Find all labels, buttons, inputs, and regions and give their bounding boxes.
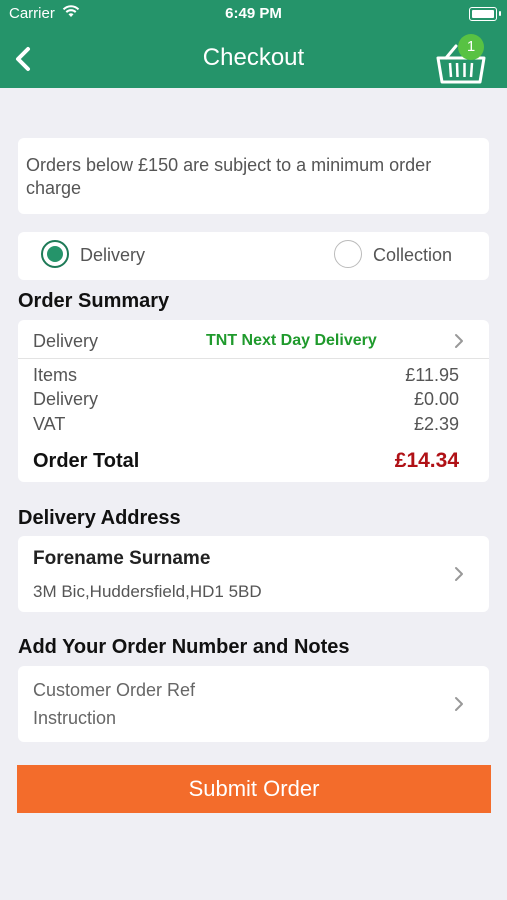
vat-value: £2.39 — [413, 414, 459, 434]
chevron-right-icon — [455, 567, 463, 581]
delivery-method-value: TNT Next Day Delivery — [206, 332, 377, 349]
delivery-address-heading: Delivery Address — [18, 507, 181, 529]
order-summary-card: Delivery TNT Next Day Delivery Items £11… — [18, 320, 489, 482]
recipient-name: Forename Surname — [33, 548, 211, 569]
collection-option-label[interactable]: Collection — [373, 245, 452, 266]
cart-count-badge: 1 — [458, 34, 484, 60]
order-notes-card[interactable]: Customer Order Ref Instruction — [18, 666, 489, 742]
delivery-option-label[interactable]: Delivery — [80, 245, 145, 266]
delivery-method-label: Delivery — [33, 331, 99, 351]
delivery-address-card[interactable]: Forename Surname 3M Bic,Huddersfield,HD1… — [18, 536, 489, 612]
order-summary-heading: Order Summary — [18, 290, 170, 312]
collection-radio[interactable] — [334, 240, 362, 268]
items-value: £11.95 — [405, 365, 459, 385]
delivery-radio[interactable] — [41, 240, 69, 268]
items-label: Items — [33, 365, 78, 385]
address-line: 3M Bic,Huddersfield,HD1 5BD — [33, 582, 262, 601]
chevron-right-icon — [455, 334, 463, 348]
notice-text: Orders below £150 are subject to a minim… — [26, 155, 432, 198]
submit-order-button[interactable]: Submit Order — [17, 765, 491, 813]
page-title: Checkout — [202, 44, 305, 71]
customer-order-ref-field[interactable]: Customer Order Ref — [33, 680, 195, 701]
battery-icon — [469, 7, 501, 21]
delivery-cost-label: Delivery — [33, 389, 99, 409]
status-bar: Carrier 6:49 PM — [0, 0, 507, 28]
order-total-value: £14.34 — [394, 449, 459, 472]
instruction-field[interactable]: Instruction — [33, 708, 116, 729]
delivery-cost-value: £0.00 — [413, 389, 459, 409]
minimum-order-notice: Orders below £150 are subject to a minim… — [18, 138, 489, 214]
nav-bar: Checkout 1 — [0, 28, 507, 88]
vat-label: VAT — [33, 414, 66, 434]
chevron-right-icon — [455, 697, 463, 711]
fulfilment-selector: Delivery Collection — [18, 232, 489, 280]
clock: 6:49 PM — [225, 5, 282, 22]
order-total-label: Order Total — [33, 450, 140, 472]
delivery-method-row[interactable]: Delivery TNT Next Day Delivery — [18, 320, 489, 359]
order-notes-heading: Add Your Order Number and Notes — [18, 636, 350, 658]
